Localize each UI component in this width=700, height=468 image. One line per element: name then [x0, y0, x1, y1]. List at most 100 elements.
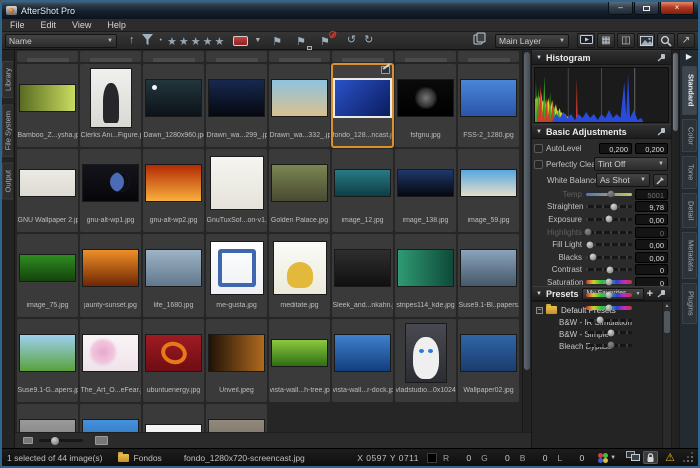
thumbnail-cell[interactable]	[143, 404, 204, 432]
contrast-slider[interactable]	[586, 268, 632, 271]
thumbnail-cell[interactable]: stripes114_kde.jpg	[395, 234, 456, 317]
saturation-slider[interactable]	[586, 280, 632, 284]
straighten-slider[interactable]	[586, 205, 632, 208]
thumbnail-cell[interactable]: gnu-alt-wp1.jpg	[80, 149, 141, 232]
flag-pick-icon[interactable]: ⚑	[292, 32, 310, 50]
rotate-ccw-icon[interactable]: ↺	[347, 35, 356, 46]
thumbnail-cell[interactable]: Golden Palace.jpg	[269, 149, 330, 232]
thumbnail-cell[interactable]: Dawn_1280x960.jpg	[143, 64, 204, 147]
fill-light-value[interactable]: 0,00	[635, 239, 668, 250]
thumbnail-cell[interactable]	[269, 51, 330, 62]
zoom-button[interactable]	[657, 33, 675, 48]
thumbnail-cell[interactable]: vladstudio...0x1024.jpg	[395, 319, 456, 402]
exposure-value[interactable]: 0,00	[635, 214, 668, 225]
maximize-button[interactable]	[634, 2, 659, 15]
panel-scrollbar[interactable]	[671, 50, 679, 448]
thumbnail-size-handle[interactable]	[51, 437, 59, 445]
grid-scrollbar-thumb[interactable]	[524, 52, 530, 370]
thumbnail-cell[interactable]: Suse9.1-Bl..papers.jpg	[458, 234, 519, 317]
resize-grip[interactable]	[685, 454, 693, 462]
panel-collapse-icon[interactable]: ▶	[686, 52, 692, 61]
tab-file-system[interactable]: File System	[2, 104, 13, 157]
thumbnail-cell[interactable]	[206, 51, 267, 62]
color-profile-icon[interactable]	[598, 453, 608, 463]
thumbnail-cell[interactable]: The_Art_O...eFear.jpg	[80, 319, 141, 402]
fullscreen-button[interactable]: ↗	[677, 33, 695, 48]
grid-scrollbar[interactable]	[522, 50, 531, 432]
thumbnail-cell[interactable]: fsfgnu.jpg	[395, 64, 456, 147]
color-label-dropdown-icon[interactable]: ▼	[254, 35, 261, 46]
sort-ascending-icon[interactable]: ↑	[129, 35, 135, 46]
presets-scrollbar-thumb[interactable]	[664, 311, 670, 333]
thumbnail-cell[interactable]	[332, 51, 393, 62]
star-icon[interactable]: ★	[167, 36, 177, 48]
tab-standard[interactable]: Standard	[682, 66, 697, 115]
color-label-swatch[interactable]	[233, 36, 248, 46]
thumbnail-cell[interactable]	[458, 51, 519, 62]
straighten-value[interactable]: 9,78	[635, 201, 668, 212]
thumbnail-cell[interactable]: Drawn_wa...299_.jpg	[206, 64, 267, 147]
noise-ninja-slider-handle[interactable]	[608, 329, 615, 336]
sort-by-select[interactable]: Name ▼	[5, 34, 117, 48]
histogram-header[interactable]: ▼ Histogram	[532, 50, 671, 65]
current-folder[interactable]: Fondos	[133, 453, 161, 463]
thumbnail-cell[interactable]: FSS-2_1280.jpg	[458, 64, 519, 147]
thumbnail-cell[interactable]: me-gusta.jpg	[206, 234, 267, 317]
tab-output[interactable]: Output	[2, 163, 13, 200]
fill-light-slider[interactable]	[586, 243, 632, 246]
close-button[interactable]: ×	[660, 2, 694, 15]
thumbnail-cell[interactable]	[17, 404, 78, 432]
temp-value[interactable]: 5001	[635, 189, 668, 200]
thumbnail-cell[interactable]	[80, 51, 141, 62]
contrast-value[interactable]: 0	[635, 264, 668, 275]
star-icon[interactable]: ★	[179, 36, 189, 48]
tab-tone[interactable]: Tone	[682, 156, 697, 188]
blacks-slider-handle[interactable]	[590, 254, 597, 261]
exposure-slider[interactable]	[586, 218, 632, 221]
lock-button[interactable]	[643, 451, 658, 464]
straighten-slider-handle[interactable]	[610, 203, 617, 210]
thumbnail-cell[interactable]: Bamboo_Z...ysha.jpg	[17, 64, 78, 147]
warning-icon[interactable]: ⚠	[665, 451, 675, 464]
autolevel-black-value[interactable]: 0,200	[599, 143, 632, 154]
highlights-slider-handle[interactable]	[585, 229, 592, 236]
pin-icon[interactable]	[657, 123, 667, 141]
chevron-down-icon[interactable]: ▼	[610, 455, 616, 461]
flag-icon[interactable]: ⚑	[268, 32, 286, 50]
basic-adjustments-header[interactable]: ▼ Basic Adjustments	[532, 124, 671, 139]
autolevel-checkbox[interactable]	[534, 144, 543, 153]
perfectly-clear-select[interactable]: Tint Off ▼	[594, 157, 668, 171]
thumbnail-cell[interactable]: meditate.jpg	[269, 234, 330, 317]
thumbnail-cell[interactable]: gnu-alt-wp2.jpg	[143, 149, 204, 232]
filter-icon[interactable]	[142, 32, 153, 50]
presets-scrollbar[interactable]: ▲	[662, 302, 671, 448]
thumbnail-view-button[interactable]: ▦	[597, 33, 615, 48]
hue-slider[interactable]	[586, 306, 632, 310]
pin-icon[interactable]	[657, 285, 667, 303]
image-view-button[interactable]	[637, 33, 655, 48]
dual-display-icon[interactable]	[626, 451, 640, 464]
thumbnail-cell[interactable]	[395, 51, 456, 62]
thumbnail-cell[interactable]: image_59.jpg	[458, 149, 519, 232]
thumbnail-cell[interactable]: Suse9.1-G..apers.jpg	[17, 319, 78, 402]
rotate-cw-icon[interactable]: ↻	[364, 35, 373, 46]
saturation-slider-handle[interactable]	[606, 279, 613, 286]
blacks-value[interactable]: 0,00	[635, 252, 668, 263]
star-icon[interactable]: ★	[203, 36, 213, 48]
thumbnail-cell[interactable]: jaunty-sunset.jpg	[80, 234, 141, 317]
vibrance-slider[interactable]	[586, 293, 632, 297]
rating-dot-icon[interactable]: •	[160, 35, 162, 46]
thumbnail-cell[interactable]	[143, 51, 204, 62]
tab-color[interactable]: Color	[682, 119, 697, 153]
tab-library[interactable]: Library	[2, 61, 13, 98]
tab-plugins[interactable]: Plugins	[682, 283, 697, 324]
white-balance-select[interactable]: As Shot ▼	[596, 173, 650, 187]
panel-scrollbar-thumb[interactable]	[673, 53, 678, 131]
thumbnail-cell[interactable]: image_75.jpg	[17, 234, 78, 317]
eyedropper-button[interactable]	[653, 174, 668, 187]
title-bar[interactable]: AfterShot Pro – ×	[2, 2, 698, 19]
split-view-button[interactable]: ◫	[617, 33, 635, 48]
contrast-slider-handle[interactable]	[606, 266, 613, 273]
add-preset-button[interactable]: +	[647, 288, 653, 300]
thumbnail-cell[interactable]: GNU Wallpaper 2.jpg	[17, 149, 78, 232]
